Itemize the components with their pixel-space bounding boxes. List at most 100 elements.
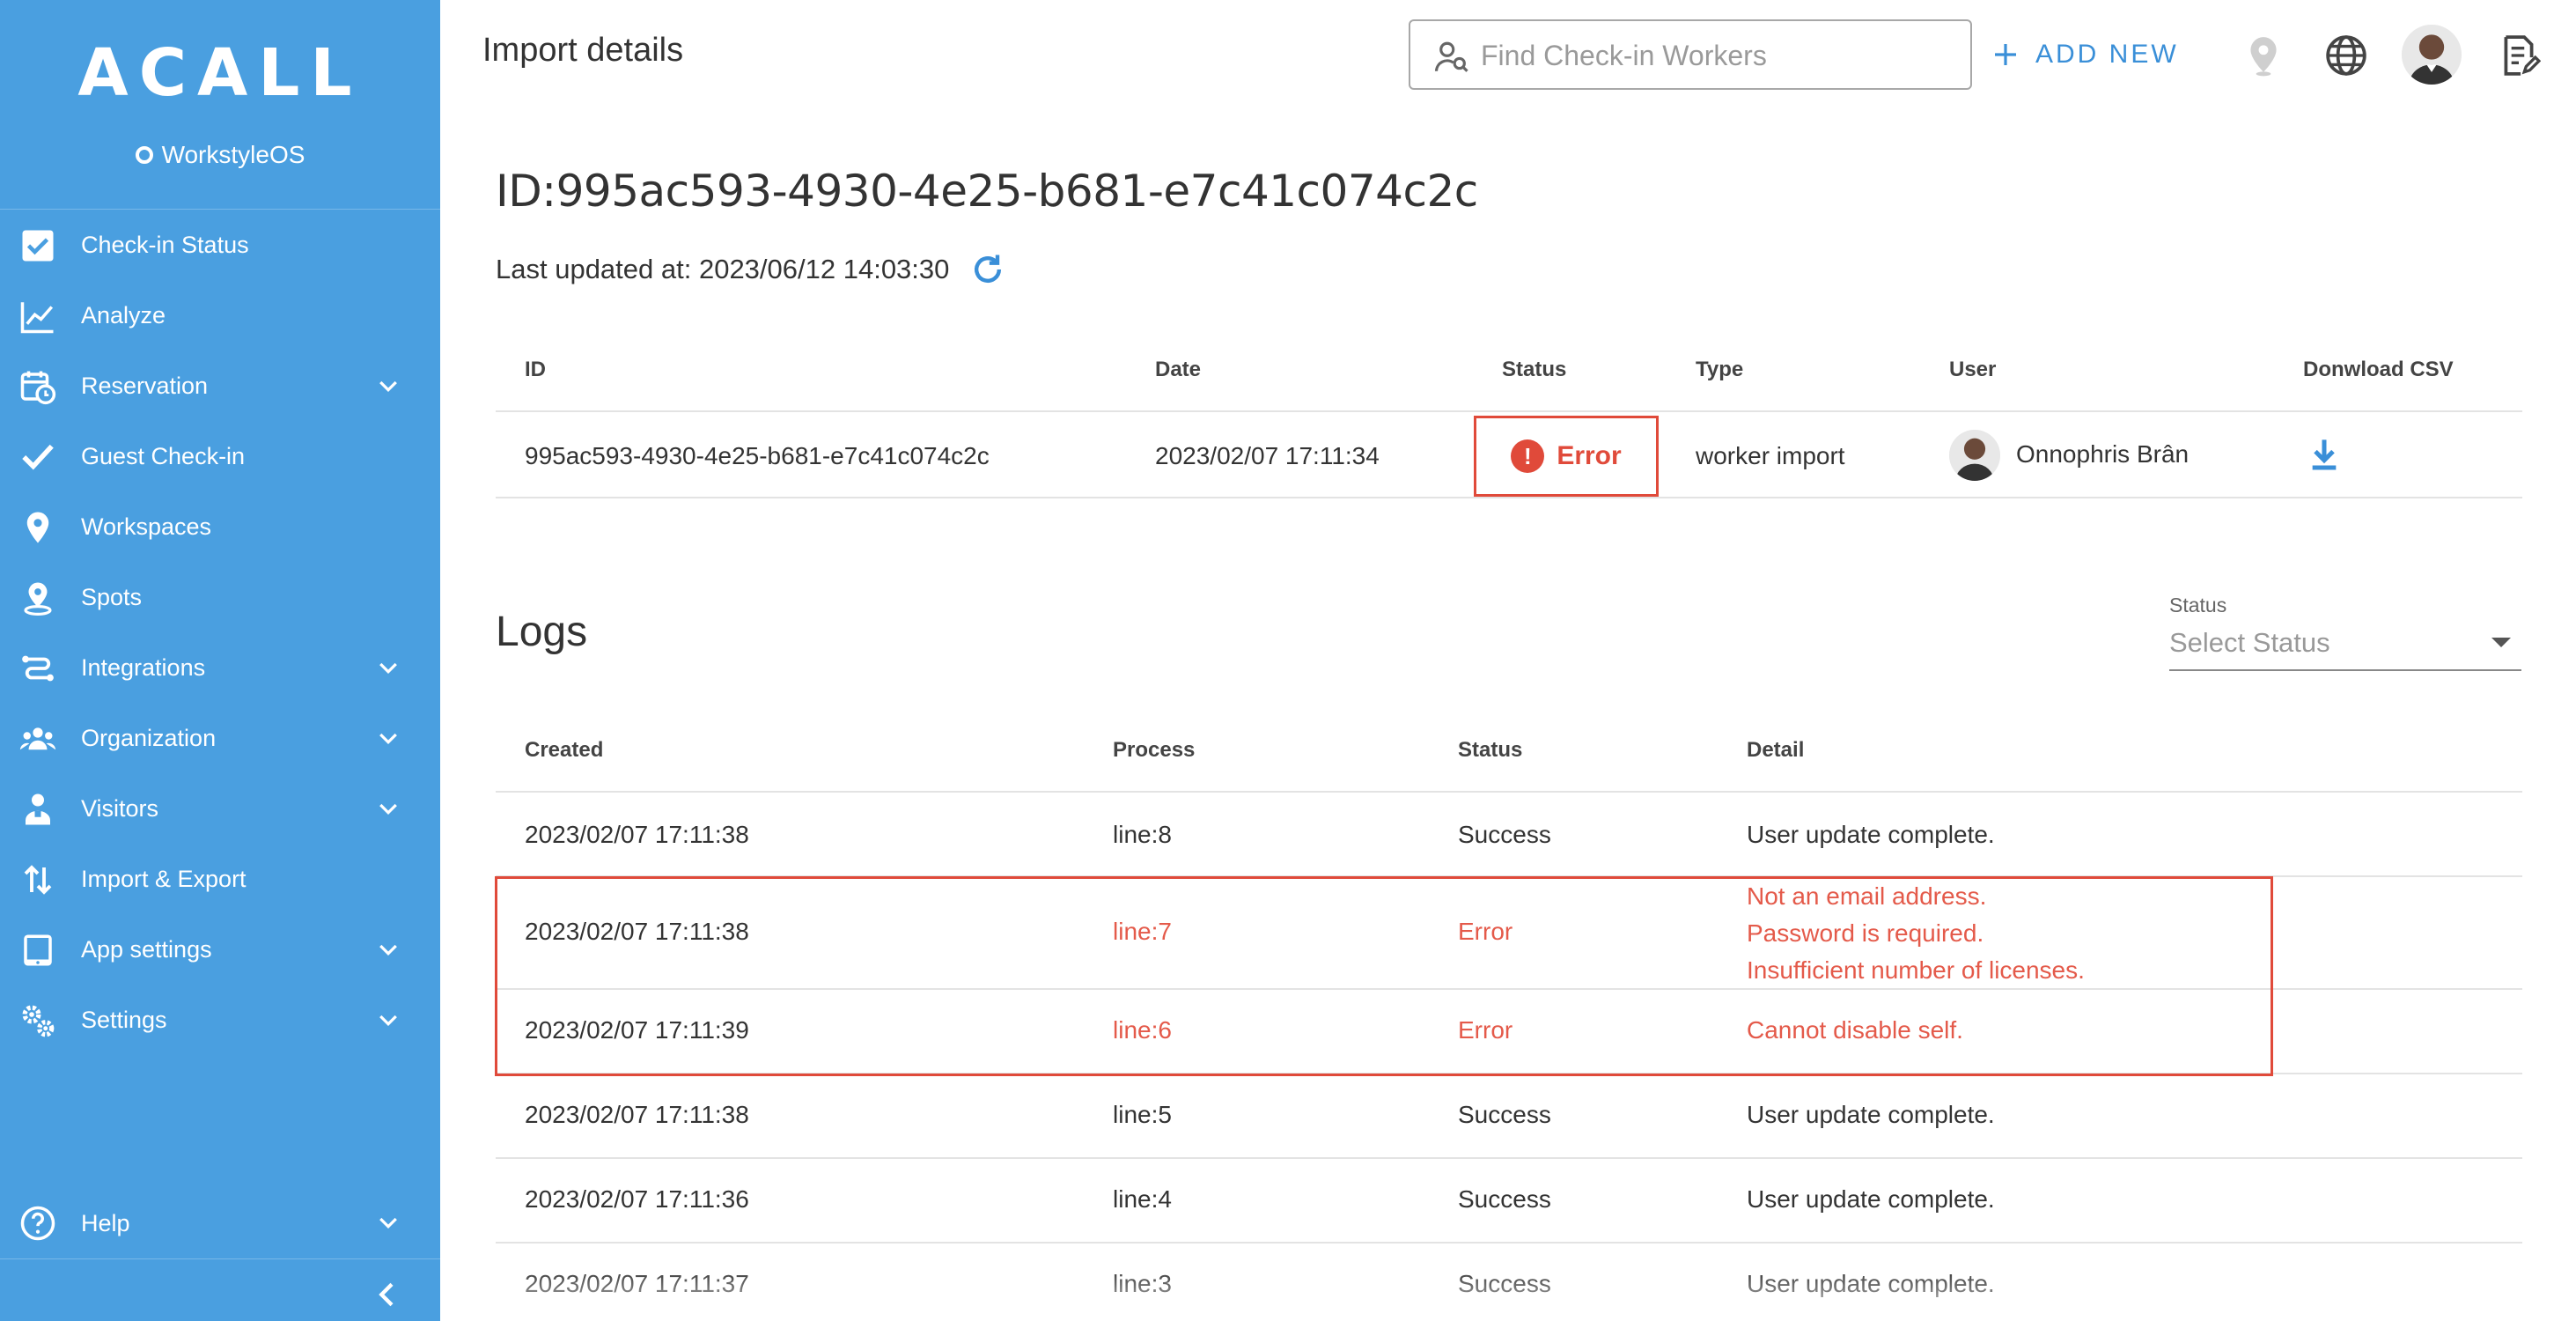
calendar-clock-icon [20,371,56,405]
status-badge: ! Error [1474,416,1659,497]
import-export-icon [24,865,52,895]
log-created-cell: 2023/02/07 17:11:37 [525,1270,749,1297]
workstyleos-logo: WorkstyleOS [0,141,440,169]
chevron-down-icon[interactable] [375,1007,401,1034]
chevron-down-icon[interactable] [375,1210,401,1236]
log-detail-line: Not an email address. [1747,882,1987,910]
import-id-cell: 995ac593-4930-4e25-b681-e7c41c074c2c [525,442,990,469]
sidebar-item-reservation[interactable]: Reservation [0,351,440,421]
log-detail-cell: Cannot disable self. [1747,1016,1963,1044]
notes-icon[interactable] [2497,33,2541,77]
sidebar-item-integrations[interactable]: Integrations [0,632,440,703]
sidebar-item-label: Import & Export [81,865,247,892]
log-created-cell: 2023/02/07 17:11:38 [525,1101,749,1128]
log-process-cell: line:7 [1113,918,1172,945]
sidebar-item-label: Analyze [81,301,166,328]
chevron-down-icon[interactable] [375,726,401,752]
log-detail-cell: User update complete. [1747,1270,1995,1297]
column-header-download-csv: Donwload CSV [2303,358,2454,381]
status-filter-value: Select Status [2169,627,2330,658]
sidebar: ACALL WorkstyleOS Check-in Status Analyz… [0,0,440,1321]
log-detail-cell: User update complete. [1747,1101,1995,1128]
refresh-icon[interactable] [968,250,1007,289]
user-avatar[interactable] [2402,25,2462,85]
people-group-icon [19,727,56,750]
divider [496,875,2522,877]
chevron-down-icon[interactable] [375,937,401,963]
help-circle-icon [20,1206,55,1241]
divider [496,1242,2522,1244]
checkbox-icon [22,230,54,262]
user-name-cell: Onnophris Brân [2016,440,2190,468]
log-process-cell: line:3 [1113,1270,1172,1297]
chevron-down-icon[interactable] [375,796,401,823]
sidebar-item-organization[interactable]: Organization [0,703,440,773]
sidebar-nav: Check-in Status Analyze Reservation Gues… [0,210,440,1055]
log-status-cell: Success [1458,1185,1551,1213]
line-chart-icon [20,302,54,334]
logs-title: Logs [496,609,588,655]
sidebar-item-settings[interactable]: Settings [0,985,440,1055]
user-avatar-small [1949,430,2000,481]
log-detail-line: Password is required. [1747,919,1984,947]
log-created-cell: 2023/02/07 17:11:38 [525,821,749,848]
status-filter-select[interactable]: Select Status [2169,616,2521,671]
sidebar-item-app-settings[interactable]: App settings [0,914,440,985]
integrations-icon [22,655,54,682]
acall-logo: ACALL [77,35,363,111]
sidebar-item-spots[interactable]: Spots [0,562,440,632]
sidebar-item-label: Help [81,1210,130,1236]
sidebar-item-label: Integrations [81,653,206,681]
log-created-cell: 2023/02/07 17:11:38 [525,918,749,945]
plus-icon [1995,44,2016,65]
add-new-label: ADD NEW [2035,40,2179,69]
user-photo-icon [1949,430,2000,481]
log-status-cell: Error [1458,918,1513,945]
column-header-created: Created [525,738,604,762]
divider [496,410,2522,412]
error-icon: ! [1511,439,1545,473]
location-pin-icon[interactable] [2241,33,2285,77]
sidebar-item-visitors[interactable]: Visitors [0,773,440,844]
log-status-cell: Success [1458,821,1551,848]
workstyleos-mark-icon [135,146,153,164]
sidebar-item-guest-check-in[interactable]: Guest Check-in [0,421,440,491]
sidebar-item-workspaces[interactable]: Workspaces [0,491,440,562]
log-detail-cell: User update complete. [1747,821,1995,848]
log-process-cell: line:8 [1113,821,1172,848]
sidebar-item-analyze[interactable]: Analyze [0,280,440,351]
sidebar-item-help[interactable]: Help [0,1189,440,1259]
gears-icon [22,1005,55,1037]
visitor-icon [26,793,50,825]
log-status-cell: Success [1458,1101,1551,1128]
chevron-down-icon[interactable] [375,655,401,682]
collapse-sidebar-icon[interactable] [370,1277,405,1312]
page-title: Import details [482,32,684,69]
download-icon[interactable] [2307,435,2342,474]
add-new-button[interactable]: ADD NEW [1991,32,2179,77]
column-header-status: Status [1458,738,1523,762]
divider [496,497,2522,498]
log-detail-line: Insufficient number of licenses. [1747,956,2085,984]
last-updated-text: Last updated at: 2023/06/12 14:03:30 [496,254,950,284]
log-created-cell: 2023/02/07 17:11:36 [525,1185,749,1213]
import-date-cell: 2023/02/07 17:11:34 [1155,442,1380,469]
divider [496,791,2522,793]
log-detail-cell: Not an email address. Password is requir… [1747,878,2085,989]
column-header-process: Process [1113,738,1196,762]
log-process-cell: line:4 [1113,1185,1172,1213]
last-updated: Last updated at: 2023/06/12 14:03:30 [496,250,1007,289]
column-header-date: Date [1155,358,1202,381]
sidebar-item-label: Settings [81,1006,167,1033]
sidebar-item-label: Organization [81,724,217,751]
chevron-down-icon[interactable] [375,373,401,400]
sidebar-item-check-in-status[interactable]: Check-in Status [0,210,440,280]
import-type-cell: worker import [1696,442,1845,469]
globe-icon[interactable] [2324,33,2368,77]
search-box[interactable] [1409,19,1972,90]
search-input[interactable] [1481,33,1956,77]
sidebar-item-import-export[interactable]: Import & Export [0,844,440,914]
status-filter-label: Status [2169,594,2227,616]
log-status-cell: Error [1458,1016,1513,1044]
divider [496,988,2522,990]
